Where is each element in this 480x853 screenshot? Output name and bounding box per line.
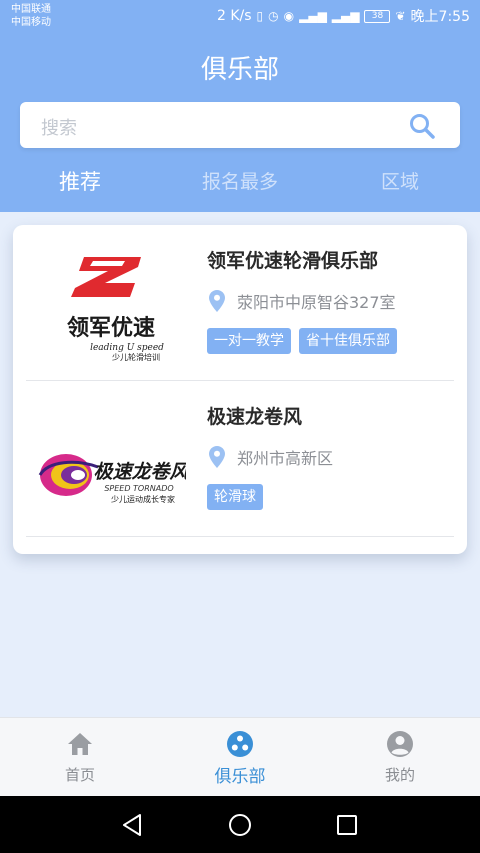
eye-icon: ◉: [283, 9, 295, 23]
leaf-icon: ❦: [395, 9, 406, 23]
carrier-1: 中国联通: [11, 4, 51, 15]
tab-region[interactable]: 区域: [320, 162, 480, 202]
carrier-2: 中国移动: [11, 17, 51, 28]
tab-most-registered[interactable]: 报名最多: [160, 162, 320, 202]
club-tag: 一对一教学: [207, 328, 291, 354]
club-logo: 领军优速 leading U speed 少儿轮滑培训: [67, 257, 164, 361]
recents-icon[interactable]: [334, 812, 360, 838]
status-bar: 中国联通 中国移动 2 K/s ▯ ◷ ◉ ▂▄▆ ▂▄▆ 38 ❦ 晚上7:5…: [0, 0, 480, 34]
back-icon[interactable]: [120, 812, 146, 838]
club-list-card: 领军优速 leading U speed 少儿轮滑培训 领军优速轮滑俱乐部 荥阳…: [13, 225, 467, 554]
nav-club[interactable]: 俱乐部: [160, 718, 320, 797]
vibrate-icon: ▯: [256, 9, 264, 23]
nav-profile-label: 我的: [384, 766, 415, 784]
nav-home[interactable]: 首页: [0, 718, 160, 797]
club-address: 荥阳市中原智谷327室: [209, 289, 396, 313]
nav-home-label: 首页: [64, 766, 95, 784]
profile-icon: [387, 731, 413, 757]
club-item[interactable]: 极速龙卷风 SPEED TORNADO 少儿运动成长专家 极速龙卷风 郑州市高新…: [26, 381, 454, 537]
location-pin-icon: [209, 446, 225, 468]
club-logo: 极速龙卷风 SPEED TORNADO 少儿运动成长专家: [38, 454, 186, 504]
club-name: 极速龙卷风: [207, 406, 303, 428]
nav-club-label: 俱乐部: [214, 767, 266, 787]
home-button-icon[interactable]: [227, 812, 253, 838]
club-name: 领军优速轮滑俱乐部: [207, 250, 379, 272]
tab-bar: 推荐 报名最多 区域: [0, 162, 480, 202]
bottom-navigation: 首页 俱乐部 我的: [0, 717, 480, 796]
battery-icon: 38: [364, 9, 391, 23]
logo-subtitle: SPEED TORNADO: [104, 484, 173, 493]
signal-icon-2: ▂▄▆: [331, 9, 360, 23]
club-tag: 轮滑球: [207, 484, 263, 510]
tab-recommended[interactable]: 推荐: [0, 162, 160, 202]
club-tags: 一对一教学 省十佳俱乐部: [207, 328, 397, 354]
network-speed: 2 K/s: [216, 8, 252, 24]
status-indicators: 2 K/s ▯ ◷ ◉ ▂▄▆ ▂▄▆ 38 ❦ 晚上7:55: [217, 6, 470, 26]
signal-icon: ▂▄▆: [299, 9, 327, 23]
club-tag: 省十佳俱乐部: [299, 328, 397, 354]
club-icon: [227, 731, 253, 757]
location-pin-icon: [209, 290, 225, 312]
carrier-info: 中国联通 中国移动: [11, 3, 51, 29]
club-item[interactable]: 领军优速 leading U speed 少儿轮滑培训 领军优速轮滑俱乐部 荥阳…: [26, 225, 454, 381]
logo-name: 极速龙卷风: [93, 461, 186, 483]
club-address: 郑州市高新区: [209, 445, 333, 469]
search-bar[interactable]: 搜索: [20, 102, 460, 148]
club-address-text: 郑州市高新区: [237, 449, 334, 468]
alarm-icon: ◷: [268, 9, 279, 23]
logo-name: 领军优速: [67, 315, 155, 341]
logo-tagline: 少儿轮滑培训: [112, 352, 160, 361]
search-icon[interactable]: [408, 112, 436, 140]
clock: 晚上7:55: [410, 9, 470, 25]
system-navigation-bar: [0, 796, 480, 853]
logo-subtitle: leading U speed: [90, 343, 164, 353]
club-tags: 轮滑球: [207, 484, 263, 510]
home-icon: [68, 733, 92, 755]
page-title: 俱乐部: [200, 55, 279, 85]
search-input[interactable]: 搜索: [41, 114, 77, 140]
logo-tagline: 少儿运动成长专家: [111, 494, 175, 504]
club-address-text: 荥阳市中原智谷327室: [237, 293, 396, 312]
nav-profile[interactable]: 我的: [320, 718, 480, 797]
